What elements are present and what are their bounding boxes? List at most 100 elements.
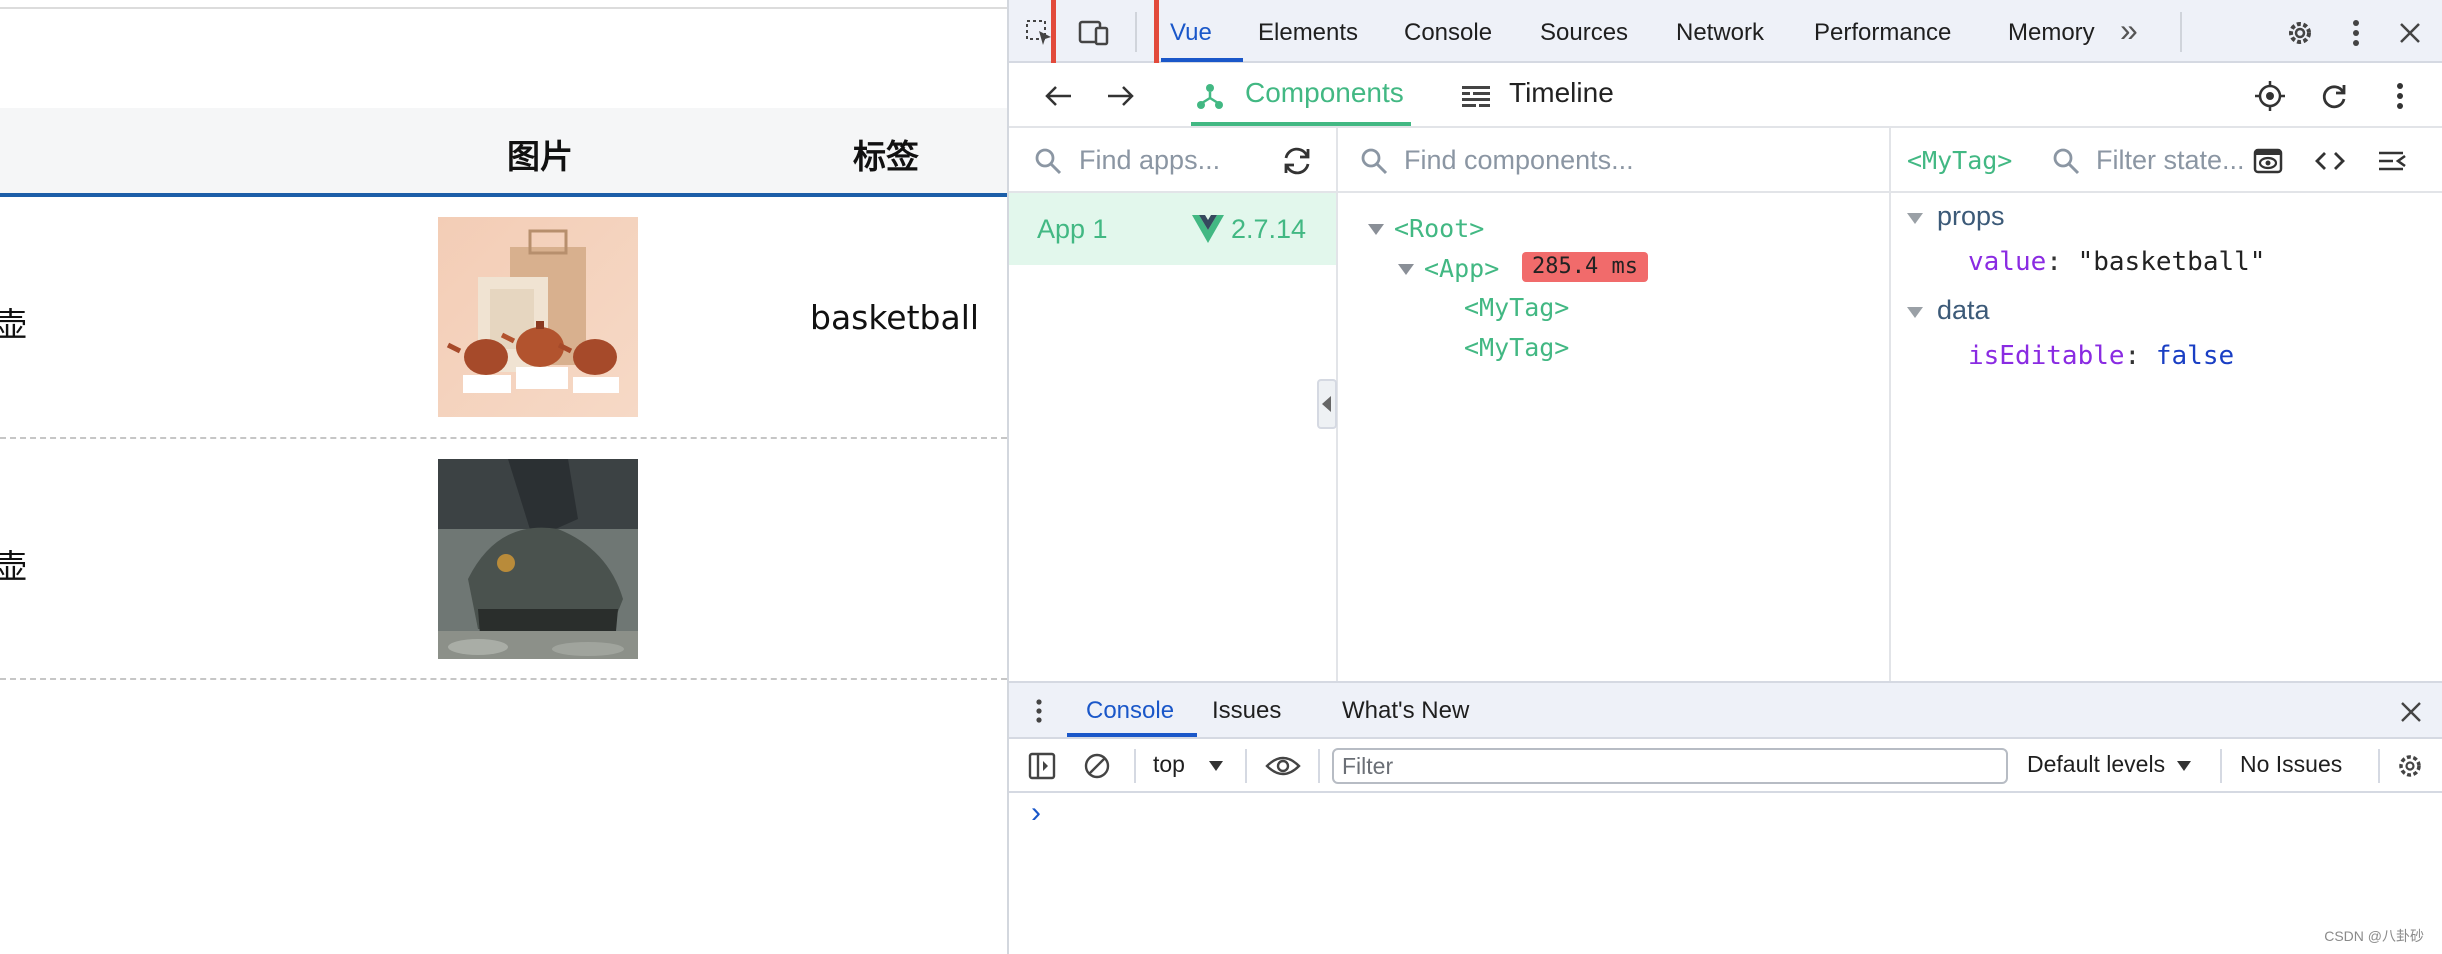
shoe-photo [438,459,638,659]
context-selector[interactable]: top [1153,751,1224,778]
tab-performance[interactable]: Performance [1814,19,1951,47]
drawer-tab-issues[interactable]: Issues [1212,697,1281,725]
tab-components[interactable]: Components [1245,77,1404,109]
devtools-panel: Vue Elements Console Sources Network Per… [1007,0,2442,954]
settings-gear-icon[interactable] [2284,17,2316,49]
web-page: 图片 标签 壶 basketball 壶 [0,0,1007,954]
toolbar-separator [1245,749,1247,783]
prop-value[interactable]: "basketball" [2078,247,2266,277]
show-sidebar-icon[interactable] [1026,750,1058,782]
tab-console[interactable]: Console [1404,19,1492,47]
active-tab-indicator [1161,58,1243,62]
vue-kebab-menu-icon[interactable] [2390,78,2410,114]
inspect-dom-code-icon[interactable] [2312,145,2348,177]
component-tree-pane: Find components... <Root> <App> 285.4 ms… [1338,128,1891,681]
tab-memory[interactable]: Memory [2008,19,2095,47]
expand-caret-icon[interactable] [1398,264,1414,275]
data-row[interactable]: isEditable: false [1968,341,2234,371]
inspect-element-icon[interactable] [1024,18,1054,48]
console-drawer: Console Issues What's New top Filter Def… [1009,681,2442,954]
console-filter-input[interactable] [1332,748,2008,784]
timeline-icon [1459,81,1493,111]
collapse-panel-icon[interactable] [2374,145,2410,177]
table-header-divider [0,193,1007,197]
console-settings-gear-icon[interactable] [2394,750,2426,782]
log-levels-dropdown[interactable]: Default levels [2027,751,2192,778]
toolbar-separator [1318,749,1320,783]
issues-count[interactable]: No Issues [2240,751,2342,778]
vue-logo-icon [1192,215,1224,243]
context-selector-value: top [1153,751,1185,777]
console-toolbar: top Default levels No Issues [1009,739,2442,793]
expand-caret-icon[interactable] [1368,224,1384,235]
app-name: App 1 [1037,214,1108,244]
search-icon [1033,146,1063,176]
expand-caret-icon[interactable] [1907,307,1923,318]
apps-search-bar[interactable]: Find apps... [1009,128,1336,193]
close-devtools-icon[interactable] [2395,18,2425,48]
tree-node-mytag[interactable]: <MyTag> [1464,293,1569,322]
drawer-menu-icon[interactable] [1033,695,1045,727]
collapse-left-icon [1322,396,1331,412]
state-inspector-pane: <MyTag> Filter state... props value: "ba… [1891,128,2442,681]
row-divider [0,678,1007,680]
components-search-bar[interactable]: Find components... [1338,128,1889,193]
column-header-tag: 标签 [853,137,919,176]
forward-arrow-icon[interactable] [1104,79,1138,113]
refresh-apps-icon[interactable] [1280,145,1314,177]
table-header: 图片 标签 [0,108,1007,194]
kebab-menu-icon[interactable] [2346,17,2366,49]
state-filter-input[interactable]: Filter state... [2096,145,2264,179]
watermark: CSDN @八卦砂 [2324,928,2424,944]
row-divider [0,437,1007,439]
tab-timeline[interactable]: Timeline [1509,77,1614,109]
close-drawer-icon[interactable] [2396,697,2426,727]
product-tag-cell[interactable]: basketball [810,298,979,337]
app-version: 2.7.14 [1231,214,1307,244]
toolbar-separator [2378,749,2380,783]
prop-key: value [1968,247,2047,277]
key-value-separator: : [2124,341,2156,371]
product-image-teapot[interactable] [438,217,638,417]
apps-search-input[interactable]: Find apps... [1079,145,1220,176]
back-arrow-icon[interactable] [1041,79,1075,113]
product-name-cell: 壶 [0,547,27,586]
data-key: isEditable [1968,341,2125,371]
selected-component-name: <MyTag> [1907,146,2013,175]
expand-caret-icon[interactable] [1907,213,1923,224]
drawer-tab-console[interactable]: Console [1086,697,1174,725]
components-search-input[interactable]: Find components... [1404,145,1634,176]
data-value[interactable]: false [2156,341,2234,371]
console-prompt[interactable]: › [1031,796,1041,830]
tree-node-label: <App> [1424,254,1500,283]
prop-row[interactable]: value: "basketball" [1968,247,2265,277]
select-component-target-icon[interactable] [2252,78,2288,114]
vue-toolbar: Components Timeline [1009,63,2442,128]
tab-sources[interactable]: Sources [1540,19,1628,47]
drawer-active-tab-indicator [1067,733,1197,737]
tab-vue[interactable]: Vue [1170,19,1212,47]
clear-console-icon[interactable] [1081,750,1113,782]
live-expression-eye-icon[interactable] [1264,750,1302,782]
state-header: <MyTag> Filter state... [1891,128,2442,193]
toolbar-separator [2220,749,2222,783]
drawer-tab-whats-new[interactable]: What's New [1342,697,1469,725]
scroll-to-component-icon[interactable] [2250,145,2286,177]
tab-network[interactable]: Network [1676,19,1764,47]
tab-divider [2180,12,2182,52]
refresh-icon[interactable] [2316,78,2352,114]
tab-divider [1135,12,1137,52]
dropdown-arrow-icon [2177,760,2192,771]
props-section-label: props [1937,201,2005,231]
more-tabs-button[interactable]: » [2120,12,2138,49]
state-filter-placeholder: Filter state... [2096,145,2245,175]
tree-node-mytag[interactable]: <MyTag> [1464,333,1569,362]
tab-elements[interactable]: Elements [1258,19,1358,47]
components-icon [1193,79,1227,113]
toolbar-separator [1134,749,1136,783]
drawer-tab-bar: Console Issues What's New [1009,683,2442,739]
components-tab-indicator [1191,122,1411,126]
product-image-shoe[interactable] [438,459,638,659]
app-list-item[interactable]: App 1 2.7.14 [1009,193,1336,265]
collapse-pane-handle[interactable] [1317,379,1337,429]
